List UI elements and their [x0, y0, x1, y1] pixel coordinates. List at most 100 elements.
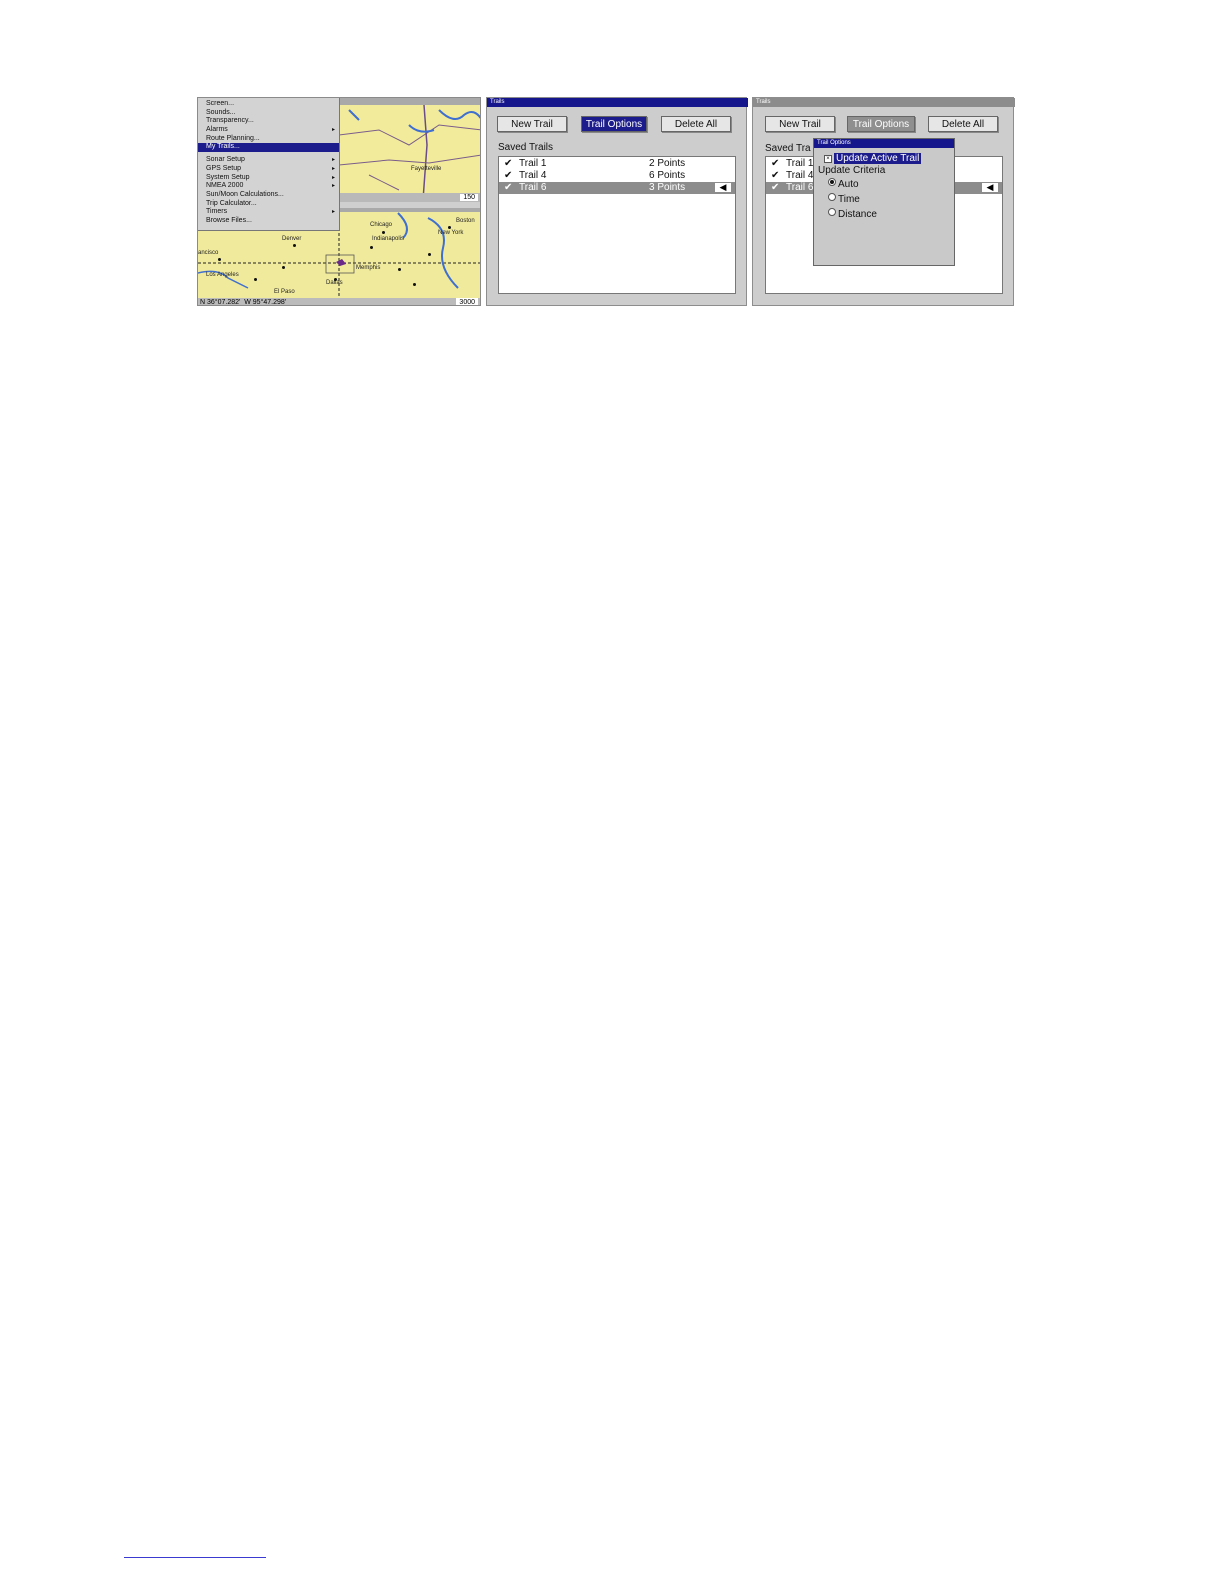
city-dot [370, 246, 373, 249]
menu-item-alarms[interactable]: Alarms ▸ [198, 126, 339, 135]
check-icon: ✔ [504, 158, 513, 169]
saved-trails-list[interactable]: ✔ Trail 1 2 Points ✔ Trail 4 6 Points ✔ … [498, 156, 736, 294]
trail-points: 6 Points [649, 170, 686, 181]
trail-name: Trail 1 [519, 158, 547, 169]
map-top-roads [339, 105, 480, 200]
menu-item-sonar-setup[interactable]: Sonar Setup ▸ [198, 156, 339, 165]
city-dot [254, 278, 257, 281]
coordinates: N 36°07.282' W 95°47.298' [200, 298, 287, 306]
map-menu-screenshot: Fayetteville 150 Boston Chicago New York… [197, 97, 481, 306]
footnote-rule [124, 1557, 266, 1558]
check-icon: ✔ [504, 170, 513, 181]
radio-time[interactable]: Time [828, 193, 860, 205]
menu-item-label: Timers [206, 208, 228, 216]
map-city-label: Boston [456, 218, 475, 224]
radio-selected-icon [828, 178, 836, 186]
check-icon: ✔ [771, 170, 780, 181]
map-city-label: Los Angeles [206, 272, 239, 278]
menu-item-label: Transparency... [206, 117, 254, 125]
menu-item-gps-setup[interactable]: GPS Setup ▸ [198, 165, 339, 174]
menu-item-label: My Trails... [206, 143, 240, 151]
radio-auto[interactable]: Auto [828, 178, 859, 190]
trail-options-button[interactable]: Trail Options [847, 116, 915, 132]
map-city-label: El Paso [274, 289, 295, 295]
menu-item-screen[interactable]: Screen... [198, 100, 339, 109]
city-dot [293, 244, 296, 247]
longitude: W 95°47.298' [244, 299, 287, 306]
city-dot [428, 253, 431, 256]
menu-item-system-setup[interactable]: System Setup ▸ [198, 174, 339, 183]
main-menu[interactable]: Screen... Sounds... Transparency... Alar… [198, 98, 340, 231]
trail-name: Trail 4 [786, 170, 814, 181]
menu-item-label: NMEA 2000 [206, 182, 244, 190]
submenu-arrow-icon: ▸ [331, 165, 335, 172]
trail-options-button[interactable]: Trail Options [581, 116, 647, 132]
submenu-arrow-icon: ▸ [331, 127, 335, 134]
update-active-trail-checkbox[interactable]: × Update Active Trail [824, 153, 922, 164]
menu-item-sun-moon[interactable]: Sun/Moon Calculations... [198, 191, 339, 200]
popup-title: Trail Options [814, 139, 954, 148]
trails-dialog-with-options: Trails New Trail Trail Options Delete Al… [752, 97, 1015, 306]
radio-label: Time [838, 194, 860, 205]
trail-points: 3 Points [649, 182, 686, 193]
trail-row[interactable]: ✔ Trail 1 2 Points [499, 158, 735, 170]
update-active-trail-label: Update Active Trail [834, 153, 922, 164]
menu-item-label: GPS Setup [206, 164, 242, 172]
menu-item-timers[interactable]: Timers ▸ [198, 208, 339, 217]
menu-item-label: Sounds... [206, 108, 236, 116]
submenu-arrow-icon: ▸ [331, 157, 335, 164]
menu-item-trip-calculator[interactable]: Trip Calculator... [198, 200, 339, 209]
dialog-title: Trails [487, 98, 748, 107]
city-dot [398, 268, 401, 271]
delete-all-button[interactable]: Delete All [928, 116, 998, 132]
new-trail-button[interactable]: New Trail [765, 116, 835, 132]
radio-icon [828, 193, 836, 201]
city-dot [282, 266, 285, 269]
map-top-scale-bar: 150 [339, 193, 480, 202]
new-trail-button[interactable]: New Trail [497, 116, 567, 132]
submenu-arrow-icon: ▸ [331, 209, 335, 216]
delete-all-button[interactable]: Delete All [661, 116, 731, 132]
check-icon: ✔ [504, 182, 513, 193]
menu-item-label: Route Planning... [206, 134, 260, 142]
map-bottom-scale: 3000 [456, 298, 478, 305]
city-dot [413, 283, 416, 286]
city-dot [218, 258, 221, 261]
trail-name: Trail 1 [786, 158, 814, 169]
trail-row-selected[interactable]: ✔ Trail 6 3 Points ◀ [499, 182, 735, 194]
radio-distance[interactable]: Distance [828, 208, 877, 220]
menu-item-sounds[interactable]: Sounds... [198, 109, 339, 118]
menu-item-route-planning[interactable]: Route Planning... [198, 135, 339, 144]
menu-item-transparency[interactable]: Transparency... [198, 117, 339, 126]
map-status-bar: N 36°07.282' W 95°47.298' 3000 [198, 298, 480, 306]
check-icon: ✔ [771, 182, 780, 193]
city-dot [448, 226, 451, 229]
check-icon: ✔ [771, 158, 780, 169]
menu-item-my-trails[interactable]: My Trails... [198, 143, 339, 153]
map-city-label: Chicago [370, 222, 393, 228]
checkbox-icon: × [824, 155, 832, 163]
submenu-arrow-icon: ▸ [331, 174, 335, 181]
trail-name: Trail 4 [519, 170, 547, 181]
trail-options-popup: Trail Options × Update Active Trail Updat… [813, 138, 955, 266]
trail-points: 2 Points [649, 158, 686, 169]
arrow-left-icon: ◀ [715, 183, 731, 192]
latitude: N 36°07.282' [200, 299, 241, 306]
menu-item-label: System Setup [206, 173, 250, 181]
trail-row[interactable]: ✔ Trail 4 6 Points [499, 170, 735, 182]
map-top-pane[interactable]: Fayetteville 150 [339, 98, 480, 202]
radio-label: Auto [838, 179, 859, 190]
saved-trails-label: Saved Tra [765, 143, 811, 154]
map-city-label: ancisco [198, 250, 219, 256]
radio-icon [828, 208, 836, 216]
menu-item-nmea-2000[interactable]: NMEA 2000 ▸ [198, 182, 339, 191]
map-city-label: Fayetteville [411, 166, 442, 172]
menu-item-browse-files[interactable]: Browse Files... [198, 217, 339, 226]
map-top-scale: 150 [460, 194, 478, 201]
menu-item-label: Trip Calculator... [206, 199, 257, 207]
radio-label: Distance [838, 209, 877, 220]
map-top-bar [339, 98, 480, 105]
trails-dialog: Trails New Trail Trail Options Delete Al… [486, 97, 748, 306]
menu-item-label: Sonar Setup [206, 156, 245, 164]
map-city-label: Denver [282, 236, 302, 242]
